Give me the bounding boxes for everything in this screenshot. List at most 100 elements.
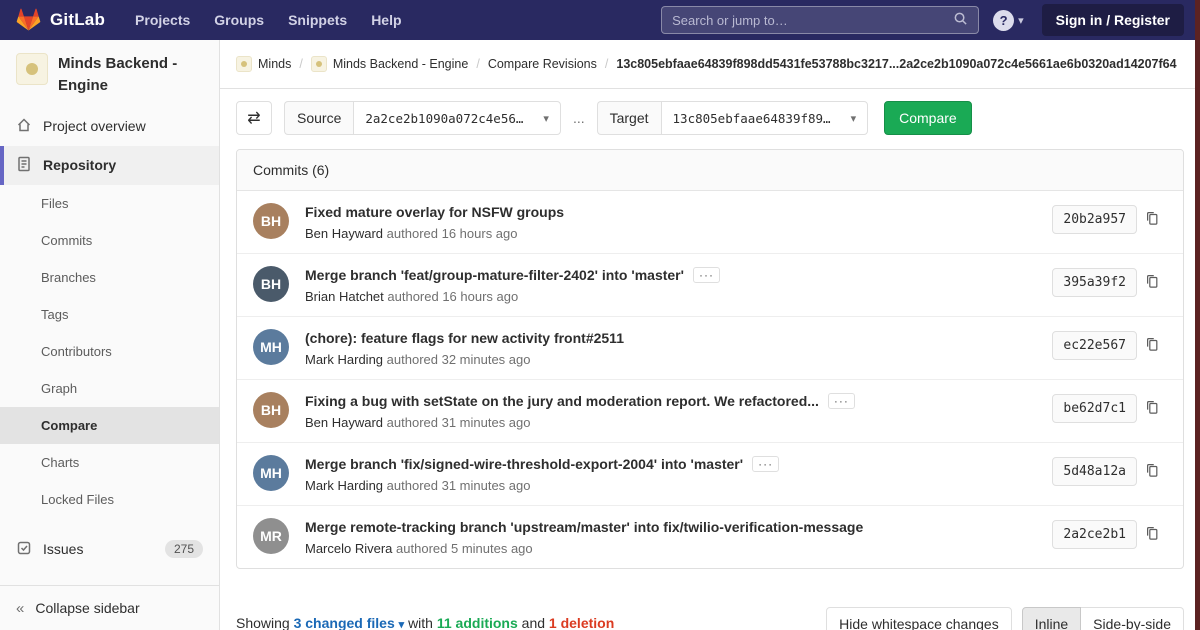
- swap-icon: ⇄: [247, 108, 260, 128]
- help-dropdown[interactable]: ? ▾: [993, 10, 1024, 31]
- diff-view-actions: Hide whitespace changes Inline Side-by-s…: [826, 607, 1184, 630]
- target-revision-dropdown[interactable]: 13c805ebfaae64839f89… ▾: [661, 101, 869, 135]
- side-by-side-view-button[interactable]: Side-by-side: [1081, 607, 1184, 630]
- commit-author-link[interactable]: Ben Hayward: [305, 226, 383, 241]
- collapse-sidebar-button[interactable]: « Collapse sidebar: [0, 585, 219, 630]
- commit-author-link[interactable]: Mark Harding: [305, 478, 383, 493]
- clipboard-icon: [1145, 210, 1159, 229]
- ellipsis-icon: ···: [699, 268, 714, 282]
- commit-author-link[interactable]: Marcelo Rivera: [305, 541, 392, 556]
- inline-view-button[interactable]: Inline: [1022, 607, 1081, 630]
- commit-title-link[interactable]: Fixed mature overlay for NSFW groups: [305, 203, 564, 221]
- commit-author-link[interactable]: Brian Hatchet: [305, 289, 384, 304]
- commit-row: MH Merge branch 'fix/signed-wire-thresho…: [237, 442, 1183, 505]
- expand-commit-message-button[interactable]: ···: [828, 393, 855, 409]
- commit-sha[interactable]: 5d48a12a: [1052, 457, 1137, 486]
- sign-in-button[interactable]: Sign in / Register: [1042, 4, 1184, 36]
- commit-title-link[interactable]: Merge branch 'fix/signed-wire-threshold-…: [305, 455, 743, 473]
- commit-title-link[interactable]: Fixing a bug with setState on the jury a…: [305, 392, 819, 410]
- clipboard-icon: [1145, 399, 1159, 418]
- avatar[interactable]: MH: [253, 329, 289, 365]
- sidebar-item-contributors[interactable]: Contributors: [0, 333, 219, 370]
- search-input[interactable]: [672, 13, 953, 28]
- commit-sha[interactable]: ec22e567: [1052, 331, 1137, 360]
- clipboard-icon: [1145, 525, 1159, 544]
- diff-summary-bar: Showing 3 changed files ▾ with 11 additi…: [236, 607, 1184, 630]
- breadcrumb-compare-link[interactable]: Compare Revisions: [488, 57, 597, 71]
- avatar[interactable]: MH: [253, 455, 289, 491]
- project-sidebar: Minds Backend - Engine Project overview …: [0, 40, 220, 630]
- ellipsis-icon: ···: [758, 457, 773, 471]
- hide-whitespace-button[interactable]: Hide whitespace changes: [826, 607, 1012, 630]
- commit-sha[interactable]: be62d7c1: [1052, 394, 1137, 423]
- sidebar-item-tags[interactable]: Tags: [0, 296, 219, 333]
- expand-commit-message-button[interactable]: ···: [752, 456, 779, 472]
- collapse-label: Collapse sidebar: [35, 600, 139, 616]
- sidebar-item-graph[interactable]: Graph: [0, 370, 219, 407]
- expand-commit-message-button[interactable]: ···: [693, 267, 720, 283]
- target-input-group: Target 13c805ebfaae64839f89… ▾: [597, 101, 869, 135]
- changed-files-dropdown[interactable]: 3 changed files ▾: [294, 615, 405, 630]
- avatar[interactable]: BH: [253, 392, 289, 428]
- swap-revisions-button[interactable]: ⇄: [236, 101, 272, 135]
- project-avatar: [16, 53, 48, 85]
- commit-title-link[interactable]: Merge branch 'feat/group-mature-filter-2…: [305, 266, 684, 284]
- commit-sha[interactable]: 2a2ce2b1: [1052, 520, 1137, 549]
- source-input-group: Source 2a2ce2b1090a072c4e56… ▾: [284, 101, 561, 135]
- commit-meta: Ben Hayward authored 31 minutes ago: [305, 415, 1036, 430]
- commit-author-link[interactable]: Ben Hayward: [305, 415, 383, 430]
- diff-stats: Showing 3 changed files ▾ with 11 additi…: [236, 607, 614, 630]
- sidebar-item-compare[interactable]: Compare: [0, 407, 219, 444]
- clipboard-icon: [1145, 462, 1159, 481]
- commit-row: BH Fixed mature overlay for NSFW groups …: [237, 191, 1183, 253]
- commit-sha[interactable]: 20b2a957: [1052, 205, 1137, 234]
- commit-author-link[interactable]: Mark Harding: [305, 352, 383, 367]
- commit-meta: Brian Hatchet authored 16 hours ago: [305, 289, 1036, 304]
- sidebar-item-project-overview[interactable]: Project overview: [0, 107, 219, 146]
- gitlab-home-link[interactable]: GitLab: [16, 7, 105, 34]
- source-revision-dropdown[interactable]: 2a2ce2b1090a072c4e56… ▾: [353, 101, 561, 135]
- avatar[interactable]: BH: [253, 266, 289, 302]
- project-header-link[interactable]: Minds Backend - Engine: [0, 40, 219, 107]
- avatar[interactable]: BH: [253, 203, 289, 239]
- issues-icon: [16, 540, 32, 559]
- deletions-count: 1 deletion: [549, 615, 614, 630]
- sidebar-item-issues[interactable]: Issues 275: [0, 530, 219, 569]
- vertical-scrollbar[interactable]: [1195, 0, 1200, 630]
- nav-help[interactable]: Help: [359, 6, 413, 34]
- gitlab-tanuki-icon: [16, 7, 41, 34]
- commit-title-link[interactable]: Merge remote-tracking branch 'upstream/m…: [305, 518, 863, 536]
- top-navbar: GitLab Projects Groups Snippets Help ? ▾…: [0, 0, 1200, 40]
- commit-row: BH Fixing a bug with setState on the jur…: [237, 379, 1183, 442]
- commit-sha[interactable]: 395a39f2: [1052, 268, 1137, 297]
- avatar[interactable]: MR: [253, 518, 289, 554]
- breadcrumb-project-link[interactable]: Minds Backend - Engine: [311, 56, 469, 72]
- sidebar-item-commits[interactable]: Commits: [0, 222, 219, 259]
- sidebar-item-files[interactable]: Files: [0, 185, 219, 222]
- compare-button[interactable]: Compare: [884, 101, 972, 135]
- copy-sha-button[interactable]: [1137, 520, 1167, 549]
- sidebar-item-branches[interactable]: Branches: [0, 259, 219, 296]
- commit-title-link[interactable]: (chore): feature flags for new activity …: [305, 329, 624, 347]
- nav-groups[interactable]: Groups: [202, 6, 276, 34]
- sidebar-item-repository[interactable]: Repository: [0, 146, 219, 185]
- sidebar-item-locked-files[interactable]: Locked Files: [0, 481, 219, 518]
- nav-snippets[interactable]: Snippets: [276, 6, 359, 34]
- copy-sha-button[interactable]: [1137, 457, 1167, 486]
- breadcrumb-group-link[interactable]: Minds: [236, 56, 291, 72]
- copy-sha-button[interactable]: [1137, 205, 1167, 234]
- copy-sha-button[interactable]: [1137, 268, 1167, 297]
- sidebar-item-charts[interactable]: Charts: [0, 444, 219, 481]
- copy-sha-button[interactable]: [1137, 331, 1167, 360]
- clipboard-icon: [1145, 336, 1159, 355]
- project-avatar-small: [311, 56, 327, 72]
- global-search[interactable]: [661, 6, 979, 34]
- source-label: Source: [284, 101, 353, 135]
- project-title: Minds Backend - Engine: [58, 53, 203, 97]
- nav-projects[interactable]: Projects: [123, 6, 202, 34]
- repository-submenu: Files Commits Branches Tags Contributors…: [0, 185, 219, 518]
- copy-sha-button[interactable]: [1137, 394, 1167, 423]
- breadcrumb-separator: /: [299, 57, 302, 71]
- main-content: Minds / Minds Backend - Engine / Compare…: [220, 40, 1200, 630]
- commits-panel: Commits (6) BH Fixed mature overlay for …: [236, 149, 1184, 569]
